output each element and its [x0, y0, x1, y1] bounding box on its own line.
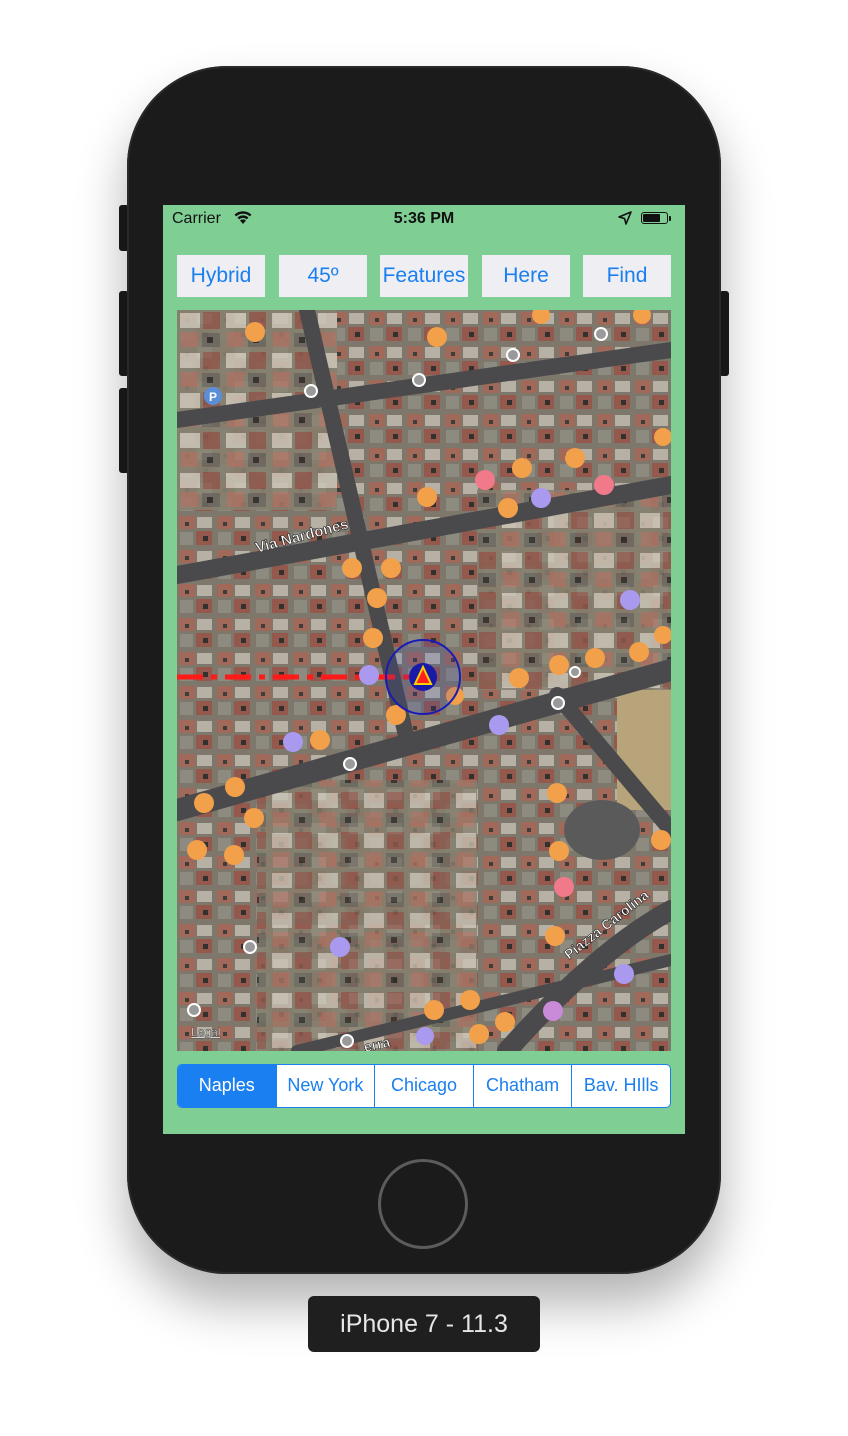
poi-food-marker[interactable]: [651, 830, 671, 850]
segment-naples[interactable]: Naples: [178, 1065, 276, 1107]
poi-bakery-marker[interactable]: [469, 1024, 489, 1044]
legal-link[interactable]: Legal: [191, 1025, 221, 1039]
poi-restaurant-marker[interactable]: [495, 1012, 515, 1032]
status-bar: Carrier 5:36 PM: [163, 205, 685, 233]
segment-new-york[interactable]: New York: [275, 1065, 375, 1107]
tilt-45-button[interactable]: 45º: [279, 255, 367, 297]
poi-food-marker[interactable]: [367, 588, 387, 608]
poi-restroom-marker[interactable]: [475, 470, 495, 490]
poi-gallery-marker[interactable]: [543, 1001, 563, 1021]
battery-icon: [641, 212, 668, 224]
poi-shop-marker[interactable]: [549, 655, 569, 675]
poi-hotel-marker[interactable]: [489, 715, 509, 735]
segment-beverly-hills[interactable]: Bav. HIlls: [571, 1065, 670, 1107]
piazza-area: [564, 800, 640, 860]
map-toolbar: Hybrid 45º Features Here Find: [177, 255, 671, 297]
poi-shop-marker[interactable]: [342, 558, 362, 578]
poi-shop-marker[interactable]: [509, 668, 529, 688]
poi-shop-marker[interactable]: [225, 777, 245, 797]
poi-cafe-marker[interactable]: [424, 1000, 444, 1020]
poi-jewelry-marker[interactable]: [585, 648, 605, 668]
poi-shop-marker[interactable]: [460, 990, 480, 1010]
battery-fill: [643, 214, 660, 222]
poi-clothing-marker[interactable]: [224, 845, 244, 865]
poi-restaurant-marker[interactable]: [427, 327, 447, 347]
satellite-map[interactable]: Via Nardones Piazza Carolina erra P Lega…: [177, 310, 671, 1051]
poi-shop-marker[interactable]: [498, 498, 518, 518]
hybrid-button[interactable]: Hybrid: [177, 255, 265, 297]
status-time: 5:36 PM: [393, 210, 455, 227]
poi-pharmacy-marker[interactable]: [554, 877, 574, 897]
poi-restaurant-marker[interactable]: [549, 841, 569, 861]
poi-clothing-marker[interactable]: [363, 628, 383, 648]
poi-hotel-marker[interactable]: [531, 488, 551, 508]
poi-restaurant-marker[interactable]: [381, 558, 401, 578]
poi-shop-marker[interactable]: [187, 840, 207, 860]
find-button[interactable]: Find: [583, 255, 671, 297]
simulator-device-label: iPhone 7 - 11.3: [308, 1296, 540, 1352]
poi-hotel-marker[interactable]: [283, 732, 303, 752]
poi-hotel-marker[interactable]: [416, 1027, 434, 1045]
poi-hotel-marker[interactable]: [620, 590, 640, 610]
poi-cafe-marker[interactable]: [547, 783, 567, 803]
home-button[interactable]: [378, 1159, 468, 1249]
poi-shop-marker[interactable]: [244, 808, 264, 828]
location-arrow-icon: [618, 211, 632, 230]
app-screen: Carrier 5:36 PM Hybrid 45º Features Here…: [163, 205, 685, 1134]
parking-icon: P: [209, 390, 217, 404]
map-view[interactable]: Via Nardones Piazza Carolina erra P Lega…: [177, 310, 671, 1051]
poi-shop-marker[interactable]: [245, 322, 265, 342]
poi-shop-marker[interactable]: [417, 487, 437, 507]
user-location-marker[interactable]: [385, 639, 461, 715]
poi-restaurant-marker[interactable]: [512, 458, 532, 478]
features-button[interactable]: Features: [380, 255, 468, 297]
battery-nub: [669, 216, 671, 221]
poi-shop-marker[interactable]: [545, 926, 565, 946]
poi-shop-marker[interactable]: [629, 642, 649, 662]
poi-shop-marker[interactable]: [565, 448, 585, 468]
here-button[interactable]: Here: [482, 255, 570, 297]
poi-hotel-marker[interactable]: [614, 964, 634, 984]
poi-clothing-marker[interactable]: [194, 793, 214, 813]
poi-dentist-marker[interactable]: [594, 475, 614, 495]
segment-chatham[interactable]: Chatham: [472, 1065, 572, 1107]
city-segmented-control[interactable]: Naples New York Chicago Chatham Bav. HIl…: [177, 1064, 671, 1108]
poi-hotel-marker[interactable]: [359, 665, 379, 685]
poi-cafe-marker[interactable]: [310, 730, 330, 750]
segment-chicago[interactable]: Chicago: [374, 1065, 473, 1107]
poi-hotel-marker[interactable]: [330, 937, 350, 957]
